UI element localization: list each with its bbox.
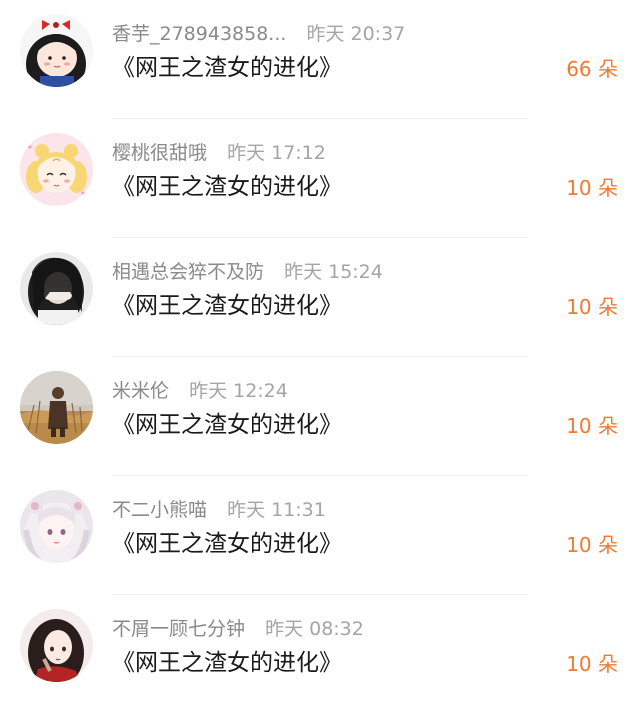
list-item[interactable]: 樱桃很甜哦 昨天 17:12 《网王之渣女的进化》 10 朵 (0, 119, 640, 238)
book-title[interactable]: 《网王之渣女的进化》 (112, 169, 342, 205)
book-title[interactable]: 《网王之渣女的进化》 (112, 288, 342, 324)
flower-count: 10 朵 (566, 652, 618, 676)
gift-record-list: 香芋_278943858... 昨天 20:37 《网王之渣女的进化》 66 朵 (0, 0, 640, 700)
timestamp: 昨天 12:24 (189, 380, 288, 402)
avatar[interactable] (20, 14, 93, 87)
flower-count: 10 朵 (566, 176, 618, 200)
meta-line: 不二小熊喵 昨天 11:31 (112, 495, 326, 525)
list-item[interactable]: 不屑一顾七分钟 昨天 08:32 《网王之渣女的进化》 10 朵 (0, 595, 640, 714)
avatar-illustrated-girl-image (20, 609, 93, 682)
timestamp: 昨天 11:31 (227, 499, 326, 521)
avatar[interactable] (20, 371, 93, 444)
avatar[interactable] (20, 490, 93, 563)
list-item[interactable]: 香芋_278943858... 昨天 20:37 《网王之渣女的进化》 66 朵 (0, 0, 640, 119)
user-name[interactable]: 相遇总会猝不及防 (112, 261, 264, 283)
user-name[interactable]: 米米伦 (112, 380, 169, 402)
user-name[interactable]: 不二小熊喵 (112, 499, 207, 521)
list-item[interactable]: 相遇总会猝不及防 昨天 15:24 《网王之渣女的进化》 10 朵 (0, 238, 640, 357)
user-name[interactable]: 香芋_278943858... (112, 23, 286, 45)
meta-line: 樱桃很甜哦 昨天 17:12 (112, 138, 326, 168)
avatar-anime-girl-image (20, 490, 93, 563)
meta-line: 米米伦 昨天 12:24 (112, 376, 288, 406)
flower-count: 10 朵 (566, 533, 618, 557)
avatar-photo-girl-image (20, 252, 93, 325)
book-title[interactable]: 《网王之渣女的进化》 (112, 645, 342, 681)
book-title[interactable]: 《网王之渣女的进化》 (112, 50, 342, 86)
flower-count: 10 朵 (566, 295, 618, 319)
timestamp: 昨天 08:32 (265, 618, 364, 640)
avatar-field-figure-image (20, 371, 93, 444)
list-item[interactable]: 不二小熊喵 昨天 11:31 《网王之渣女的进化》 10 朵 (0, 476, 640, 595)
timestamp: 昨天 17:12 (227, 142, 326, 164)
user-name[interactable]: 不屑一顾七分钟 (112, 618, 245, 640)
avatar[interactable] (20, 252, 93, 325)
book-title[interactable]: 《网王之渣女的进化》 (112, 407, 342, 443)
avatar-cartoon-girl-image (20, 14, 93, 87)
meta-line: 香芋_278943858... 昨天 20:37 (112, 19, 405, 49)
list-item[interactable]: 米米伦 昨天 12:24 《网王之渣女的进化》 10 朵 (0, 357, 640, 476)
flower-count: 66 朵 (566, 57, 618, 81)
book-title[interactable]: 《网王之渣女的进化》 (112, 526, 342, 562)
timestamp: 昨天 20:37 (306, 23, 406, 45)
user-name[interactable]: 樱桃很甜哦 (112, 142, 207, 164)
avatar[interactable] (20, 133, 93, 206)
meta-line: 相遇总会猝不及防 昨天 15:24 (112, 257, 383, 287)
meta-line: 不屑一顾七分钟 昨天 08:32 (112, 614, 364, 644)
timestamp: 昨天 15:24 (284, 261, 383, 283)
avatar-sailor-moon-image (20, 133, 93, 206)
flower-count: 10 朵 (566, 414, 618, 438)
avatar[interactable] (20, 609, 93, 682)
